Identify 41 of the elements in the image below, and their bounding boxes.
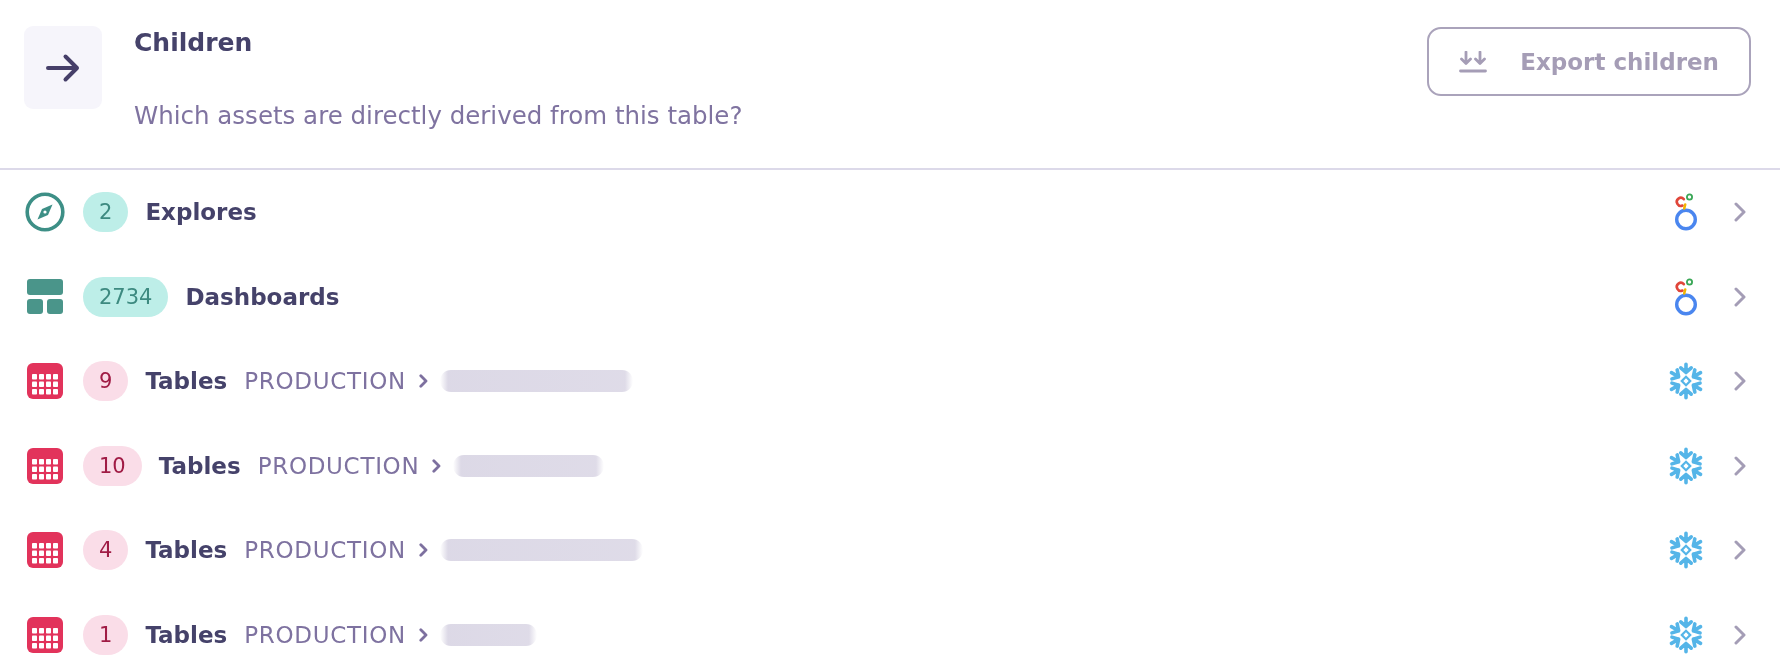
schema-label: PRODUCTION [257, 452, 420, 479]
asset-type-label: Tables [145, 621, 228, 648]
schema-label: PRODUCTION [244, 537, 406, 564]
dashboard-layout-icon [27, 279, 63, 315]
asset-type-label: Tables [145, 368, 228, 395]
chevron-icon[interactable] [1734, 540, 1746, 561]
rings-icon [1673, 277, 1699, 316]
section-subtitle: Which assets are directly derived from this table? [134, 100, 744, 132]
snowflake-icon [1667, 446, 1705, 485]
snowflake-icon [1667, 362, 1705, 401]
chevron-icon[interactable] [1734, 371, 1746, 392]
table-grid-icon [27, 616, 63, 653]
asset-type-label: Tables [158, 452, 241, 479]
count-badge: 2 [83, 192, 129, 233]
breadcrumb-chevron-icon [432, 458, 442, 473]
count-badge: 10 [83, 445, 142, 486]
asset-type-label: Explores [145, 199, 257, 226]
chevron-icon[interactable] [1734, 286, 1746, 307]
count-badge: 4 [83, 530, 129, 571]
schema-label: PRODUCTION [244, 368, 406, 395]
schema-label: PRODUCTION [244, 621, 406, 648]
count-badge: 9 [83, 361, 129, 402]
asset-type-label: Dashboards [185, 283, 340, 310]
breadcrumb-chevron-icon [418, 543, 428, 558]
asset-type-label: Tables [145, 537, 228, 564]
table-grid-icon [27, 532, 63, 569]
chevron-icon[interactable] [1734, 455, 1746, 476]
chevron-icon[interactable] [1734, 624, 1746, 645]
count-badge: 2734 [83, 276, 169, 317]
breadcrumb-chevron-icon [418, 374, 428, 389]
compass-icon [25, 192, 65, 233]
snowflake-icon [1667, 531, 1705, 570]
breadcrumb-chevron-icon [418, 627, 428, 642]
section-title: Children [134, 27, 254, 59]
table-grid-icon [27, 363, 63, 400]
count-badge: 1 [83, 614, 129, 655]
download-icon [1459, 50, 1488, 73]
snowflake-icon [1667, 615, 1705, 654]
rings-icon [1673, 193, 1699, 232]
table-grid-icon [27, 447, 63, 484]
chevron-icon[interactable] [1734, 202, 1746, 223]
